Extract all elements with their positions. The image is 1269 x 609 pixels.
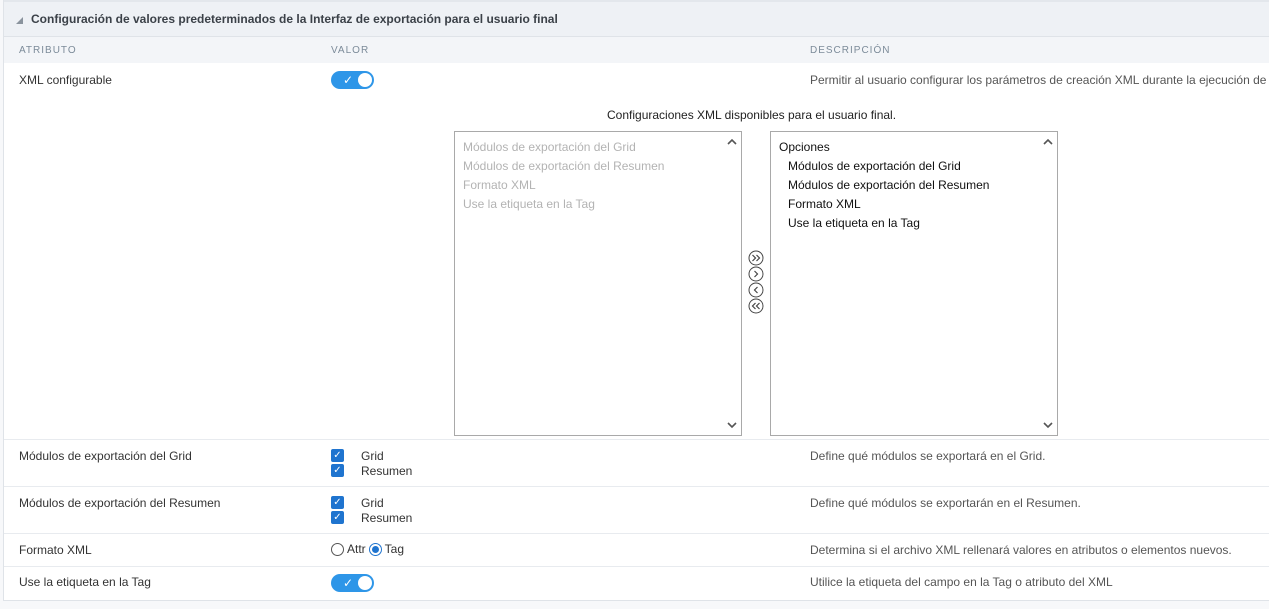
grid-modules-grid-checkbox[interactable]: ✓ bbox=[331, 449, 344, 462]
list-item[interactable]: Formato XML bbox=[779, 195, 1033, 214]
row-divider bbox=[4, 439, 1269, 440]
tag-label-toggle[interactable]: ✓ bbox=[331, 574, 374, 592]
summary-modules-option-grid[interactable]: ✓ Grid bbox=[331, 495, 384, 510]
list-group-header: Opciones bbox=[779, 140, 830, 154]
column-header-attribute: ATRIBUTO bbox=[19, 45, 77, 56]
list-item[interactable]: Módulos de exportación del Grid bbox=[463, 138, 717, 157]
scrollbar[interactable] bbox=[723, 132, 741, 435]
toggle-knob bbox=[358, 576, 372, 590]
grid-modules-description: Define qué módulos se exportará en el Gr… bbox=[810, 449, 1046, 463]
radio-label: Tag bbox=[384, 542, 405, 556]
section-title: Configuración de valores predeterminados… bbox=[31, 12, 558, 26]
list-item[interactable]: Módulos de exportación del Resumen bbox=[463, 157, 717, 176]
move-all-right-icon[interactable] bbox=[748, 250, 764, 266]
grid-modules-summary-checkbox[interactable]: ✓ bbox=[331, 464, 344, 477]
available-options-list[interactable]: Módulos de exportación del Grid Módulos … bbox=[454, 131, 742, 436]
summary-modules-label: Módulos de exportación del Resumen bbox=[19, 496, 221, 510]
tag-label-label: Use la etiqueta en la Tag bbox=[19, 575, 151, 589]
check-icon: ✓ bbox=[343, 576, 354, 590]
check-icon: ✓ bbox=[343, 73, 354, 87]
xml-configurable-description: Permitir al usuario configurar los parám… bbox=[810, 73, 1269, 87]
row-divider bbox=[4, 566, 1269, 567]
toggle-knob bbox=[358, 73, 372, 87]
tag-label-description: Utilice la etiqueta del campo en la Tag … bbox=[810, 575, 1113, 589]
scroll-down-icon[interactable] bbox=[1042, 419, 1054, 431]
scroll-up-icon[interactable] bbox=[1042, 136, 1054, 148]
xml-format-radio-group: Attr Tag bbox=[331, 542, 407, 556]
checkbox-label: Resumen bbox=[361, 510, 413, 525]
xml-configurable-label: XML configurable bbox=[19, 73, 112, 87]
xml-configurable-toggle[interactable]: ✓ bbox=[331, 71, 374, 89]
column-header-description: DESCRIPCIÓN bbox=[810, 45, 891, 56]
grid-modules-option-summary[interactable]: ✓ Resumen bbox=[331, 463, 412, 478]
checkbox-label: Grid bbox=[361, 448, 384, 463]
list-item[interactable]: Módulos de exportación del Grid bbox=[779, 157, 1033, 176]
summary-modules-summary-checkbox[interactable]: ✓ bbox=[331, 511, 344, 524]
row-divider bbox=[4, 486, 1269, 487]
list-item[interactable]: Módulos de exportación del Resumen bbox=[779, 176, 1033, 195]
move-all-left-icon[interactable] bbox=[748, 298, 764, 314]
column-headers: ATRIBUTO VALOR DESCRIPCIÓN bbox=[4, 37, 1269, 63]
grid-modules-option-grid[interactable]: ✓ Grid bbox=[331, 448, 384, 463]
checkbox-label: Grid bbox=[361, 495, 384, 510]
move-right-icon[interactable] bbox=[748, 266, 764, 282]
row-divider bbox=[4, 533, 1269, 534]
move-left-icon[interactable] bbox=[748, 282, 764, 298]
xml-lists-caption: Configuraciones XML disponibles para el … bbox=[607, 108, 897, 122]
checkbox-label: Resumen bbox=[361, 463, 413, 478]
list-item[interactable]: Use la etiqueta en la Tag bbox=[463, 195, 717, 214]
list-item[interactable]: Use la etiqueta en la Tag bbox=[779, 214, 1033, 233]
collapse-triangle-icon[interactable] bbox=[16, 16, 23, 24]
export-settings-panel: Configuración de valores predeterminados… bbox=[3, 0, 1269, 601]
summary-modules-description: Define qué módulos se exportarán en el R… bbox=[810, 496, 1081, 510]
xml-format-attr-radio[interactable] bbox=[331, 542, 344, 556]
xml-format-description: Determina si el archivo XML rellenará va… bbox=[810, 543, 1232, 557]
list-item[interactable]: Formato XML bbox=[463, 176, 717, 195]
section-header[interactable]: Configuración de valores predeterminados… bbox=[4, 0, 1269, 37]
xml-format-tag-radio[interactable] bbox=[368, 542, 382, 556]
summary-modules-option-summary[interactable]: ✓ Resumen bbox=[331, 510, 412, 525]
radio-label: Attr bbox=[347, 542, 366, 556]
selected-options-list[interactable]: Opciones Módulos de exportación del Grid… bbox=[770, 131, 1058, 436]
scroll-up-icon[interactable] bbox=[726, 136, 738, 148]
scrollbar[interactable] bbox=[1039, 132, 1057, 435]
scroll-down-icon[interactable] bbox=[726, 419, 738, 431]
summary-modules-grid-checkbox[interactable]: ✓ bbox=[331, 496, 344, 509]
grid-modules-label: Módulos de exportación del Grid bbox=[19, 449, 192, 463]
xml-format-label: Formato XML bbox=[19, 543, 92, 557]
column-header-value: VALOR bbox=[331, 45, 370, 56]
